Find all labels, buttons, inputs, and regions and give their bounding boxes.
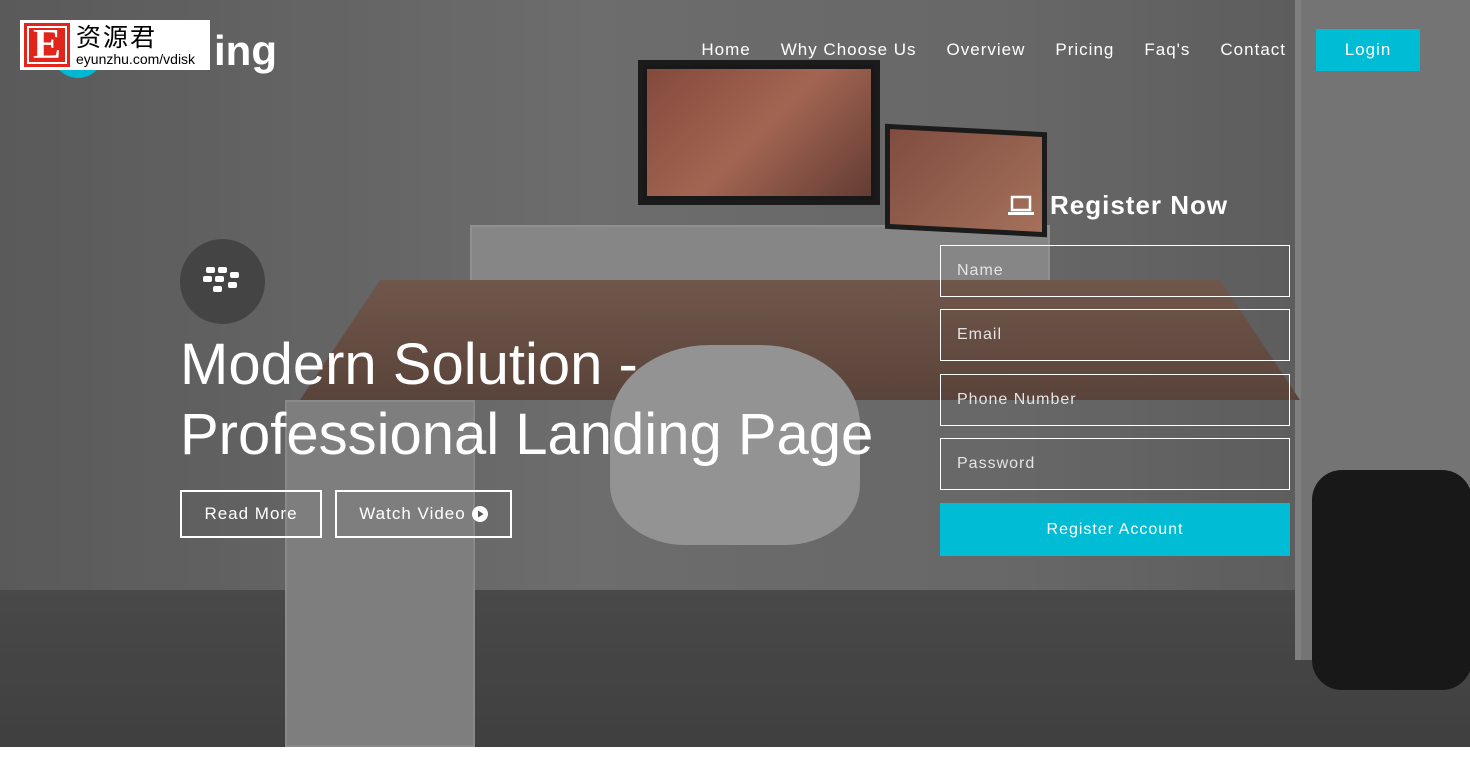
password-input[interactable] bbox=[940, 438, 1290, 490]
main-nav: Home Why Choose Us Overview Pricing Faq'… bbox=[701, 29, 1420, 71]
register-account-button[interactable]: Register Account bbox=[940, 503, 1290, 556]
watermark: E 资源君 eyunzhu.com/vdisk bbox=[20, 20, 210, 70]
watch-video-label: Watch Video bbox=[359, 504, 466, 523]
phone-input[interactable] bbox=[940, 374, 1290, 426]
hero-title-line2: Professional Landing Page bbox=[180, 402, 874, 467]
nav-faqs[interactable]: Faq's bbox=[1144, 40, 1190, 60]
login-button[interactable]: Login bbox=[1316, 29, 1420, 71]
blackberry-icon bbox=[180, 239, 265, 324]
nav-why-choose-us[interactable]: Why Choose Us bbox=[781, 40, 917, 60]
nav-pricing[interactable]: Pricing bbox=[1055, 40, 1114, 60]
register-heading: Register Now bbox=[1008, 190, 1228, 221]
watermark-logo: E bbox=[24, 22, 70, 68]
name-input[interactable] bbox=[940, 245, 1290, 297]
watch-video-button[interactable]: Watch Video bbox=[335, 490, 512, 538]
nav-home[interactable]: Home bbox=[701, 40, 750, 60]
laptop-icon bbox=[1008, 195, 1034, 215]
email-input[interactable] bbox=[940, 309, 1290, 361]
watermark-chinese: 资源君 bbox=[76, 22, 158, 52]
hero-title-line1: Modern Solution - bbox=[180, 332, 638, 397]
hero-title: Modern Solution - Professional Landing P… bbox=[180, 330, 880, 470]
read-more-button[interactable]: Read More bbox=[180, 490, 322, 538]
register-title: Register Now bbox=[1050, 190, 1229, 220]
nav-contact[interactable]: Contact bbox=[1220, 40, 1286, 60]
read-more-label: Read More bbox=[204, 504, 298, 523]
watermark-url: eyunzhu.com/vdisk bbox=[76, 50, 196, 67]
logo-text: ing bbox=[214, 27, 277, 74]
nav-overview[interactable]: Overview bbox=[947, 40, 1026, 60]
play-circle-icon bbox=[471, 506, 488, 522]
